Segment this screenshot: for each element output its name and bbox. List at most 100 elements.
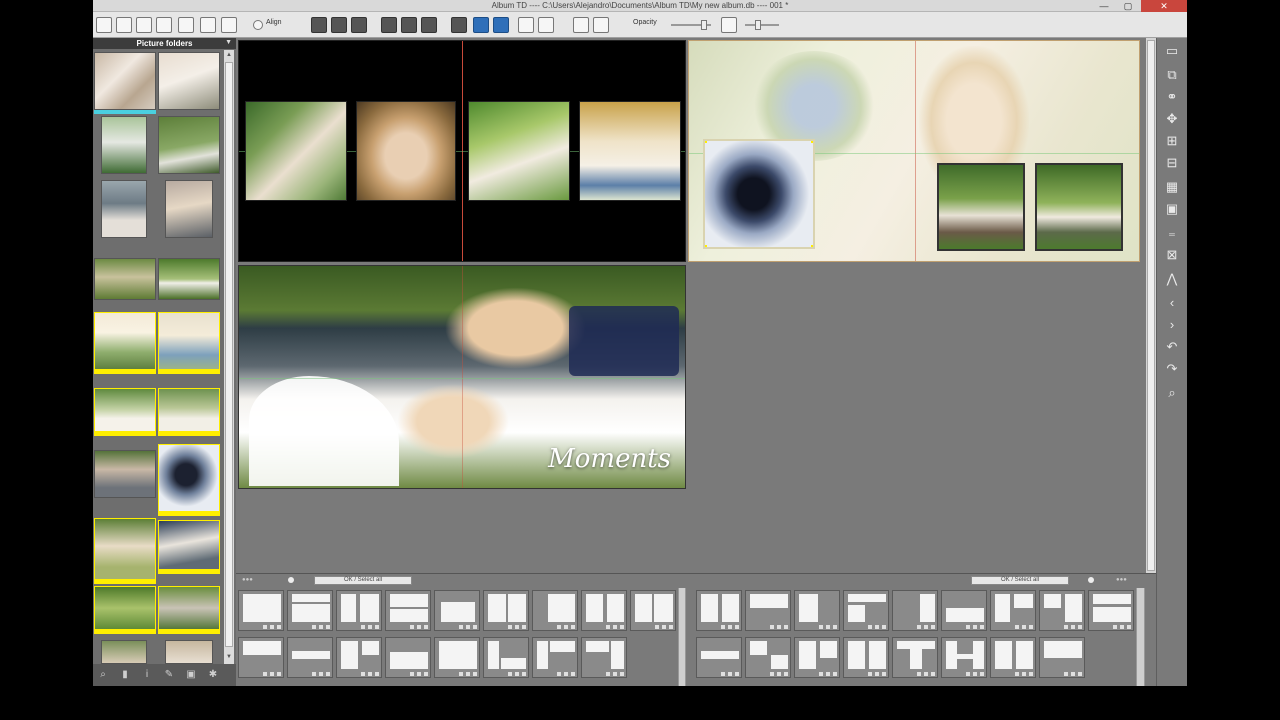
photo-thumbnail[interactable] xyxy=(158,52,220,110)
pause-icon[interactable] xyxy=(721,17,737,33)
layout-template[interactable] xyxy=(794,590,840,631)
photo-thumbnail-selected[interactable] xyxy=(94,388,156,432)
fit-height-icon[interactable] xyxy=(493,17,509,33)
redo-icon[interactable]: ↷ xyxy=(1163,360,1181,378)
copy-page-icon[interactable]: ⧉ xyxy=(1163,66,1181,84)
link-icon[interactable]: ⚭ xyxy=(1163,88,1181,106)
layout-template[interactable] xyxy=(990,637,1036,678)
photo-thumbnail-selected[interactable] xyxy=(94,586,156,630)
templates-scrollbar[interactable] xyxy=(1136,588,1145,686)
align-bottom-icon[interactable] xyxy=(351,17,367,33)
photo-thumbnail[interactable] xyxy=(94,52,156,110)
arrow-left-icon[interactable]: ‹ xyxy=(1163,294,1181,312)
search-icon[interactable]: ⌕ xyxy=(1163,384,1181,402)
layout-template[interactable] xyxy=(1039,637,1085,678)
moments-text[interactable]: Moments xyxy=(548,444,671,474)
rotate-icon[interactable] xyxy=(200,17,216,33)
photo-thumbnail[interactable] xyxy=(94,258,156,300)
selected-frame-photo[interactable] xyxy=(703,139,815,249)
align-left-icon[interactable] xyxy=(381,17,397,33)
templates-divider[interactable] xyxy=(678,588,686,686)
photo-thumbnail[interactable] xyxy=(101,640,147,664)
settings-icon[interactable]: ✱ xyxy=(207,669,219,681)
tabbar-radio-icon[interactable] xyxy=(1088,577,1094,583)
flip-icon[interactable] xyxy=(221,17,237,33)
resize-handle[interactable] xyxy=(705,245,707,247)
select-all-tab-left[interactable]: OK / Select all xyxy=(314,576,412,585)
align-center-icon[interactable] xyxy=(401,17,417,33)
layout-template[interactable] xyxy=(434,590,480,631)
resize-handle[interactable] xyxy=(705,141,707,143)
spacing-h-icon[interactable] xyxy=(518,17,534,33)
photo-thumbnail[interactable] xyxy=(165,640,213,664)
page-icon[interactable]: ▭ xyxy=(1163,42,1181,60)
resize-handle[interactable] xyxy=(811,245,813,247)
fit-icon[interactable]: ⊠ xyxy=(1163,246,1181,264)
layout-template[interactable] xyxy=(532,637,578,678)
layout-template[interactable] xyxy=(385,637,431,678)
scroll-thumb[interactable] xyxy=(1147,40,1155,571)
layout-template[interactable] xyxy=(843,637,889,678)
page-photo[interactable] xyxy=(468,101,570,201)
layout-template[interactable] xyxy=(532,590,578,631)
edit-icon[interactable]: ✎ xyxy=(163,669,175,681)
layout-template[interactable] xyxy=(581,590,627,631)
album-page-spread-1[interactable] xyxy=(238,40,686,262)
photo-thumbnail[interactable] xyxy=(101,116,147,174)
photo-thumbnail[interactable] xyxy=(101,180,147,238)
album-page-spread-3[interactable]: Moments xyxy=(238,265,686,489)
fit-width-icon[interactable] xyxy=(473,17,489,33)
photo-thumbnail-selected[interactable] xyxy=(158,444,220,512)
zoom-icon[interactable]: ⌕ xyxy=(97,669,109,681)
save-icon[interactable] xyxy=(116,17,132,33)
page-photo[interactable] xyxy=(937,163,1025,251)
cut-icon[interactable] xyxy=(178,17,194,33)
layout-template[interactable] xyxy=(385,590,431,631)
photo-thumbnail[interactable] xyxy=(94,450,156,498)
album-page-spread-2[interactable] xyxy=(688,40,1140,262)
undo-icon[interactable]: ↶ xyxy=(1163,338,1181,356)
align-top-icon[interactable] xyxy=(311,17,327,33)
filter-icon[interactable]: ▼ xyxy=(225,39,232,46)
open-icon[interactable] xyxy=(136,17,152,33)
trash-icon[interactable]: ▮ xyxy=(119,669,131,681)
lock-icon[interactable]: ▣ xyxy=(1163,200,1181,218)
layout-template[interactable] xyxy=(745,637,791,678)
remove-page-icon[interactable]: ⊟ xyxy=(1163,154,1181,172)
photo-thumbnail[interactable] xyxy=(158,258,220,300)
layout-template[interactable] xyxy=(483,637,529,678)
align-checkbox[interactable] xyxy=(253,20,263,30)
layout-template[interactable] xyxy=(581,637,627,678)
layout-template[interactable] xyxy=(287,637,333,678)
layout-template[interactable] xyxy=(1088,590,1134,631)
properties-icon[interactable] xyxy=(573,17,589,33)
resize-handle[interactable] xyxy=(811,141,813,143)
layout-template[interactable] xyxy=(238,637,284,678)
layout-template[interactable] xyxy=(696,637,742,678)
layout-template[interactable] xyxy=(941,590,987,631)
align-right-icon[interactable] xyxy=(421,17,437,33)
align-middle-icon[interactable] xyxy=(331,17,347,33)
layout-template[interactable] xyxy=(483,590,529,631)
export-icon[interactable] xyxy=(156,17,172,33)
close-button[interactable]: ✕ xyxy=(1141,0,1187,12)
tabbar-radio-icon[interactable] xyxy=(288,577,294,583)
layout-template[interactable] xyxy=(434,637,480,678)
spacing-v-icon[interactable] xyxy=(538,17,554,33)
distribute-icon[interactable] xyxy=(451,17,467,33)
zoom-slider[interactable] xyxy=(745,20,779,30)
move-icon[interactable]: ✥ xyxy=(1163,110,1181,128)
photo-thumbnail-selected[interactable] xyxy=(94,312,156,370)
photo-thumbnail-selected[interactable] xyxy=(158,586,220,630)
select-all-tab-right[interactable]: OK / Select all xyxy=(971,576,1069,585)
scroll-up-icon[interactable]: ▲ xyxy=(224,50,234,60)
delete-icon[interactable] xyxy=(593,17,609,33)
photo-thumbnail-selected[interactable] xyxy=(158,312,220,370)
add-page-icon[interactable]: ⊞ xyxy=(1163,132,1181,150)
gallery-icon[interactable]: ▣ xyxy=(185,669,197,681)
photo-thumbnail-selected[interactable] xyxy=(158,520,220,570)
photo-thumbnail[interactable] xyxy=(165,180,213,238)
opacity-slider[interactable] xyxy=(671,20,711,30)
thumbnail-scrollbar[interactable]: ▲ ▼ xyxy=(224,50,234,664)
arrow-right-icon[interactable]: › xyxy=(1163,316,1181,334)
